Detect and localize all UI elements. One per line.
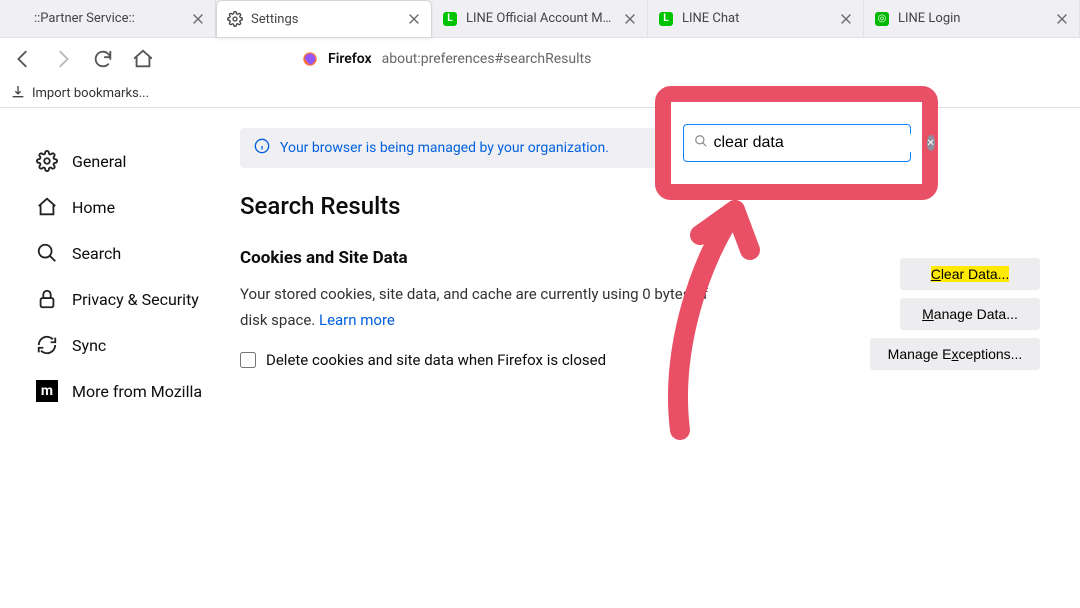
forward-button[interactable] xyxy=(52,48,74,70)
cookies-section-body: Your stored cookies, site data, and cach… xyxy=(240,282,720,333)
gear-icon xyxy=(36,150,58,172)
settings-search-input[interactable] xyxy=(714,134,921,152)
gear-icon xyxy=(227,11,243,27)
nav-toolbar: Firefox about:preferences#searchResults xyxy=(0,38,1080,80)
line-l-icon: L xyxy=(442,11,458,27)
tab-label: ::Partner Service:: xyxy=(34,11,183,26)
sidebar-item-sync[interactable]: Sync xyxy=(36,322,240,368)
tab-strip: ::Partner Service:: Settings L LINE Offi… xyxy=(0,0,1080,38)
import-bookmarks-link[interactable]: Import bookmarks... xyxy=(32,86,149,101)
delete-on-close-checkbox[interactable] xyxy=(240,352,256,368)
cookies-buttons: Clear Data... Manage Data... Manage Exce… xyxy=(870,258,1040,370)
back-button[interactable] xyxy=(12,48,34,70)
home-icon xyxy=(36,196,58,218)
tab-label: LINE Login xyxy=(898,11,1047,26)
sidebar-item-label: Search xyxy=(72,244,121,263)
home-button[interactable] xyxy=(132,48,154,70)
close-icon[interactable] xyxy=(839,12,853,26)
sidebar-item-label: More from Mozilla xyxy=(72,382,202,401)
firefox-icon xyxy=(302,51,318,67)
url-path: about:preferences#searchResults xyxy=(382,51,592,67)
info-icon xyxy=(254,138,270,158)
url-bar[interactable]: Firefox about:preferences#searchResults xyxy=(302,51,591,67)
sidebar-item-search[interactable]: Search xyxy=(36,230,240,276)
sidebar-item-label: General xyxy=(72,152,126,171)
org-banner-text[interactable]: Your browser is being managed by your or… xyxy=(280,140,609,156)
search-icon xyxy=(694,134,708,152)
annotation-highlight: ✕ xyxy=(655,86,938,200)
search-icon xyxy=(36,242,58,264)
reload-button[interactable] xyxy=(92,48,114,70)
manage-exceptions-button[interactable]: Manage Exceptions... xyxy=(870,338,1040,370)
import-bookmarks-icon xyxy=(10,84,26,104)
close-icon[interactable] xyxy=(191,12,205,26)
tab-line-login[interactable]: ◎ LINE Login xyxy=(864,0,1080,37)
lock-icon xyxy=(36,288,58,310)
line-square-icon: ◎ xyxy=(874,11,890,27)
clear-search-icon[interactable]: ✕ xyxy=(927,135,935,151)
blank-favicon xyxy=(10,11,26,27)
learn-more-link[interactable]: Learn more xyxy=(319,311,395,329)
sidebar-item-more-mozilla[interactable]: m More from Mozilla xyxy=(36,368,240,414)
tab-settings[interactable]: Settings xyxy=(216,0,432,38)
close-icon[interactable] xyxy=(623,12,637,26)
sidebar-item-home[interactable]: Home xyxy=(36,184,240,230)
sidebar-item-privacy[interactable]: Privacy & Security xyxy=(36,276,240,322)
tab-partner-service[interactable]: ::Partner Service:: xyxy=(0,0,216,37)
tab-label: Settings xyxy=(251,12,399,27)
settings-search-input-wrap[interactable]: ✕ xyxy=(683,124,911,162)
sidebar-item-label: Sync xyxy=(72,336,106,355)
sidebar-item-general[interactable]: General xyxy=(36,138,240,184)
tab-line-oam[interactable]: L LINE Official Account Manager xyxy=(432,0,648,37)
sidebar-item-label: Privacy & Security xyxy=(72,290,199,309)
sync-icon xyxy=(36,334,58,356)
tab-label: LINE Chat xyxy=(682,11,831,26)
sidebar: General Home Search Privacy & Security S… xyxy=(0,108,240,608)
close-icon[interactable] xyxy=(407,12,421,26)
line-l-icon: L xyxy=(658,11,674,27)
tab-label: LINE Official Account Manager xyxy=(466,11,615,26)
delete-on-close-label: Delete cookies and site data when Firefo… xyxy=(266,351,606,369)
sidebar-item-label: Home xyxy=(72,198,115,217)
clear-data-button[interactable]: Clear Data... xyxy=(900,258,1040,290)
close-icon[interactable] xyxy=(1055,12,1069,26)
cookies-body-text: Your stored cookies, site data, and cach… xyxy=(240,285,708,329)
tab-line-chat[interactable]: L LINE Chat xyxy=(648,0,864,37)
mozilla-icon: m xyxy=(36,380,58,402)
url-host: Firefox xyxy=(328,51,372,67)
manage-data-button[interactable]: Manage Data... xyxy=(900,298,1040,330)
